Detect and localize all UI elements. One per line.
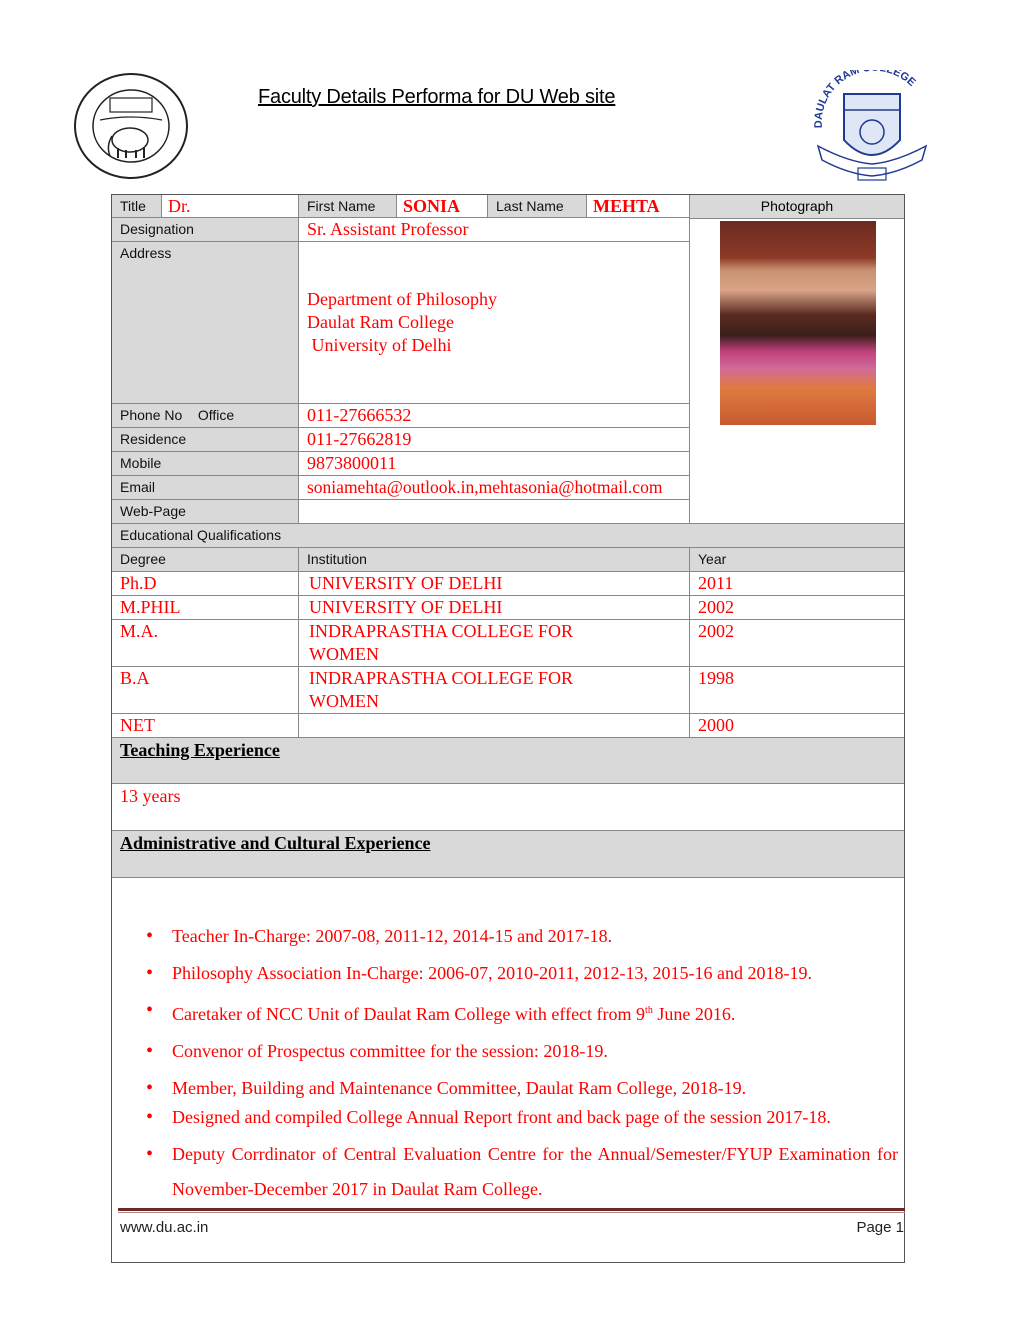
education-row: Ph.D UNIVERSITY OF DELHI 2011 — [112, 572, 904, 596]
admin-experience-list: Teacher In-Charge: 2007-08, 2011-12, 201… — [112, 878, 904, 1237]
residence-value: 011-27662819 — [307, 429, 412, 449]
phone-office-label: Phone No Office — [112, 404, 299, 427]
admin-section-label: Administrative and Cultural Experience — [112, 831, 904, 877]
list-item: Convenor of Prospectus committee for the… — [146, 1033, 898, 1070]
year-cell: 2000 — [698, 715, 734, 735]
profile-block: Title Dr. First Name SONIA Last Name MEH… — [112, 195, 904, 523]
column-degree: Degree — [112, 548, 299, 571]
institution-cell: UNIVERSITY OF DELHI — [299, 596, 690, 619]
last-name-value: MEHTA — [593, 196, 660, 216]
photograph-box — [690, 219, 904, 523]
degree-cell: M.A. — [112, 620, 299, 666]
phone-office-row: Phone No Office 011-27666532 — [112, 404, 689, 428]
residence-row: Residence 011-27662819 — [112, 428, 689, 452]
admin-list-container: Teacher In-Charge: 2007-08, 2011-12, 201… — [112, 878, 904, 1262]
address-value: Department of Philosophy Daulat Ram Colle… — [299, 242, 689, 403]
university-of-delhi-logo — [74, 73, 188, 179]
education-row: NET 2000 — [112, 714, 904, 738]
list-item: Caretaker of NCC Unit of Daulat Ram Coll… — [146, 992, 898, 1033]
first-name-value: SONIA — [397, 195, 488, 217]
name-row: Title Dr. First Name SONIA Last Name MEH… — [112, 195, 689, 218]
mobile-value: 9873800011 — [307, 453, 397, 473]
column-year: Year — [690, 548, 904, 571]
list-item: Teacher In-Charge: 2007-08, 2011-12, 201… — [146, 918, 898, 955]
title-value: Dr. — [162, 195, 299, 217]
address-line: Daulat Ram College — [307, 312, 454, 332]
teaching-header-row: Teaching Experience — [112, 738, 904, 784]
degree-cell: NET — [112, 714, 299, 737]
address-label: Address — [112, 242, 299, 403]
year-cell: 2011 — [698, 573, 734, 593]
phone-office-value: 011-27666532 — [307, 405, 412, 425]
teaching-value-row: 13 years — [112, 784, 904, 831]
year-cell: 2002 — [698, 621, 734, 641]
webpage-row: Web-Page — [112, 500, 689, 523]
footer-rule — [118, 1208, 905, 1211]
photograph-label: Photograph — [690, 195, 904, 219]
title-label: Title — [112, 195, 162, 217]
photograph-column: Photograph — [690, 195, 904, 523]
last-name-label: Last Name — [488, 195, 587, 217]
admin-header-row: Administrative and Cultural Experience — [112, 831, 904, 878]
email-value[interactable]: soniamehta@outlook.in,mehtasonia@hotmail… — [299, 476, 689, 499]
footer-page-number: Page 1 — [856, 1219, 904, 1236]
footer-website-link[interactable]: www.du.ac.in — [120, 1219, 208, 1236]
year-cell: 2002 — [698, 597, 734, 617]
document-title: Faculty Details Performa for DU Web site — [258, 86, 616, 108]
faculty-photograph — [720, 221, 876, 425]
degree-cell: M.PHIL — [112, 596, 299, 619]
designation-row: Designation Sr. Assistant Professor — [112, 218, 689, 242]
education-columns-row: Degree Institution Year — [112, 548, 904, 572]
education-row: M.PHIL UNIVERSITY OF DELHI 2002 — [112, 596, 904, 620]
list-item: Member, Building and Maintenance Committ… — [146, 1076, 898, 1100]
daulat-ram-college-logo: DAULAT RAM COLLEGE — [813, 70, 928, 181]
institution-cell: INDRAPRASTHA COLLEGE FOR WOMEN — [299, 667, 690, 713]
faculty-details-form: Title Dr. First Name SONIA Last Name MEH… — [111, 194, 905, 1263]
email-row: Email soniamehta@outlook.in,mehtasonia@h… — [112, 476, 689, 500]
education-row: B.A INDRAPRASTHA COLLEGE FOR WOMEN 1998 — [112, 667, 904, 714]
email-label: Email — [112, 476, 299, 499]
webpage-value[interactable] — [299, 500, 689, 523]
mobile-row: Mobile 9873800011 — [112, 452, 689, 476]
teaching-value: 13 years — [120, 786, 181, 806]
list-item: Deputy Corrdinator of Central Evaluation… — [146, 1137, 898, 1207]
ordinal-suffix: th — [645, 1005, 653, 1016]
webpage-label: Web-Page — [112, 500, 299, 523]
degree-cell: Ph.D — [112, 572, 299, 595]
education-header-row: Educational Qualifications — [112, 523, 904, 548]
designation-label: Designation — [112, 218, 299, 241]
profile-fields: Title Dr. First Name SONIA Last Name MEH… — [112, 195, 690, 523]
institution-cell — [299, 714, 690, 737]
address-row: Address Department of Philosophy Daulat R… — [112, 242, 689, 404]
first-name-label: First Name — [299, 195, 397, 217]
address-line: University of Delhi — [307, 335, 452, 355]
list-item-text: Caretaker of NCC Unit of Daulat Ram Coll… — [172, 1004, 646, 1024]
degree-cell: B.A — [112, 667, 299, 713]
teaching-section-label: Teaching Experience — [112, 738, 904, 783]
address-line: Department of Philosophy — [307, 289, 497, 309]
footer-rule-thin — [118, 1212, 905, 1213]
designation-value: Sr. Assistant Professor — [307, 219, 469, 239]
education-row: M.A. INDRAPRASTHA COLLEGE FOR WOMEN 2002 — [112, 620, 904, 667]
year-cell: 1998 — [698, 668, 734, 688]
education-section-label: Educational Qualifications — [112, 524, 904, 547]
institution-cell: UNIVERSITY OF DELHI — [299, 572, 690, 595]
mobile-label: Mobile — [112, 452, 299, 475]
institution-cell: INDRAPRASTHA COLLEGE FOR WOMEN — [299, 620, 690, 666]
list-item: Designed and compiled College Annual Rep… — [146, 1100, 898, 1135]
column-institution: Institution — [299, 548, 690, 571]
list-item-tail: June 2016. — [652, 1004, 736, 1024]
residence-label: Residence — [112, 428, 299, 451]
list-item: Philosophy Association In-Charge: 2006-0… — [146, 955, 898, 992]
